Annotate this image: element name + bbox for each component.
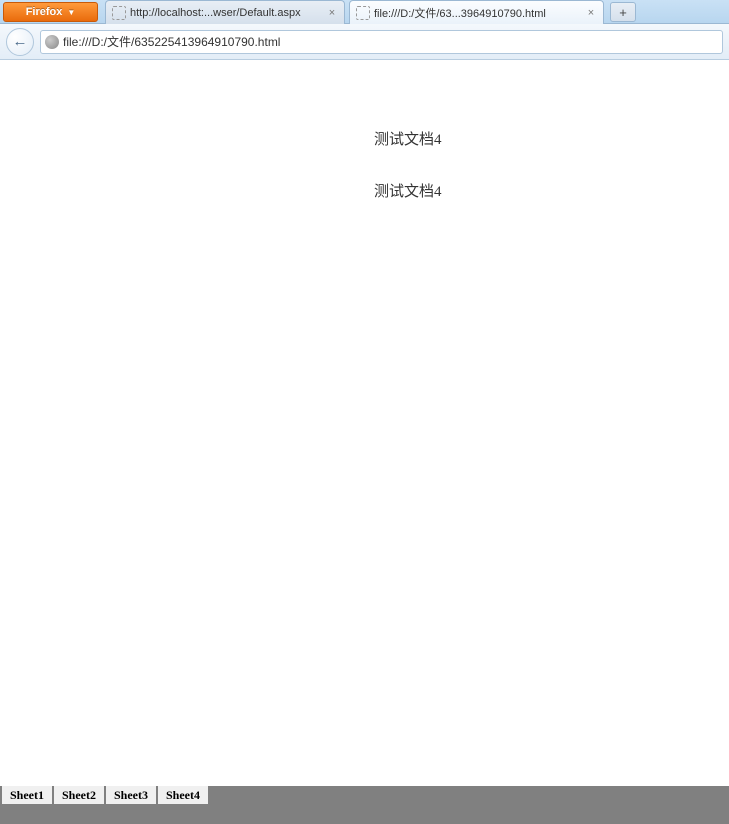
chevron-down-icon: ▼ (67, 8, 75, 17)
page-content: 测试文档4 测试文档4 (0, 60, 729, 786)
arrow-left-icon: ← (13, 33, 28, 50)
firefox-menu-label: Firefox (26, 6, 63, 18)
close-icon[interactable]: × (326, 7, 338, 19)
sheet-tab[interactable]: Sheet1 (2, 786, 54, 804)
back-button[interactable]: ← (6, 28, 34, 56)
browser-tab[interactable]: http://localhost:...wser/Default.aspx × (105, 0, 345, 24)
document-title: 测试文档4 (374, 128, 442, 149)
close-icon[interactable]: × (585, 7, 597, 19)
url-bar[interactable] (40, 30, 723, 54)
document-body: 测试文档4 (374, 180, 442, 201)
firefox-menu-button[interactable]: Firefox ▼ (3, 2, 98, 22)
sheet-tab[interactable]: Sheet4 (158, 786, 210, 804)
tab-label: http://localhost:...wser/Default.aspx (130, 7, 322, 19)
browser-tab[interactable]: file:///D:/文件/63...3964910790.html × (349, 0, 604, 24)
globe-icon (45, 35, 59, 49)
toolbar: ← (0, 24, 729, 60)
tab-label: file:///D:/文件/63...3964910790.html (374, 5, 581, 21)
page-icon (112, 6, 126, 20)
sheet-tabs-bar: Sheet1 Sheet2 Sheet3 Sheet4 (0, 786, 729, 824)
titlebar: Firefox ▼ http://localhost:...wser/Defau… (0, 0, 729, 24)
sheet-tab[interactable]: Sheet2 (54, 786, 106, 804)
new-tab-button[interactable]: + (610, 2, 636, 22)
url-input[interactable] (63, 35, 718, 49)
sheet-tab[interactable]: Sheet3 (106, 786, 158, 804)
page-icon (356, 6, 370, 20)
